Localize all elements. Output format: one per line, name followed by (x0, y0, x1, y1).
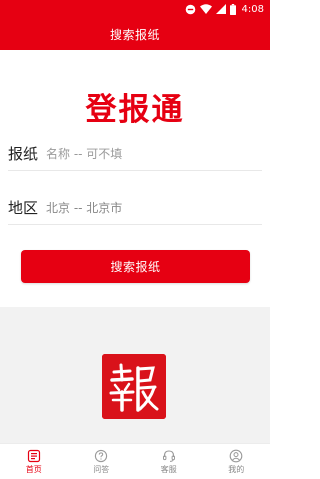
app-bar: 搜索报纸 (0, 18, 270, 50)
app-screen: 4:08 搜索报纸 登报通 报纸 名称 -- 可不填 地区 北京 -- 北京市 … (0, 0, 270, 479)
headset-icon (162, 449, 176, 464)
region-selector[interactable]: 北京 -- 北京市 (46, 199, 122, 216)
newspaper-seal-icon (102, 354, 166, 419)
signal-icon (215, 4, 226, 14)
region-field[interactable]: 地区 北京 -- 北京市 (8, 191, 262, 225)
nav-item-qa[interactable]: 问答 (68, 444, 136, 479)
search-newspaper-button[interactable]: 搜索报纸 (21, 250, 250, 283)
status-bar: 4:08 (0, 0, 270, 18)
question-bubble-icon (94, 449, 108, 464)
newspaper-field[interactable]: 报纸 名称 -- 可不填 (8, 137, 262, 171)
region-label: 地区 (8, 199, 39, 217)
user-icon (229, 449, 243, 464)
nav-item-service[interactable]: 客服 (135, 444, 203, 479)
newspaper-input[interactable]: 名称 -- 可不填 (46, 145, 122, 162)
home-newspaper-icon (27, 449, 41, 464)
nav-item-profile[interactable]: 我的 (203, 444, 271, 479)
nav-item-label: 首页 (25, 464, 42, 474)
minus-circle-icon (185, 4, 196, 15)
battery-icon (229, 3, 236, 15)
nav-item-home[interactable]: 首页 (0, 444, 68, 479)
app-logo-text: 登报通 (85, 92, 185, 128)
nav-item-label: 客服 (160, 464, 177, 474)
wifi-icon (199, 4, 212, 14)
newspaper-label: 报纸 (8, 145, 39, 163)
nav-item-label: 我的 (228, 464, 245, 474)
nav-item-label: 问答 (93, 464, 110, 474)
status-time: 4:08 (241, 3, 264, 15)
bottom-nav: 首页 问答 客服 我的 (0, 443, 270, 479)
page-title: 搜索报纸 (109, 27, 160, 42)
